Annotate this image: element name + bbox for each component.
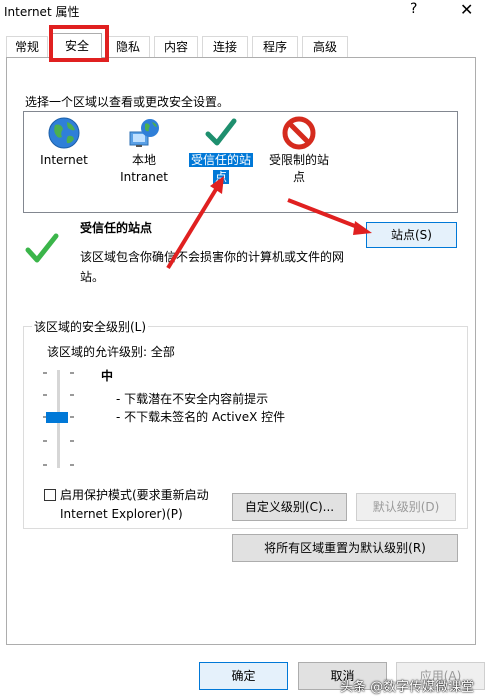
custom-level-button[interactable]: 自定义级别(C)... (232, 493, 347, 521)
zone-label: 受信任的站 (188, 153, 253, 167)
default-level-button[interactable]: 默认级别(D) (356, 493, 456, 521)
description-line: 站。 (80, 270, 105, 284)
slider-tick (70, 394, 74, 396)
slider-tick (43, 440, 47, 442)
tab-privacy[interactable]: 隐私 (106, 36, 150, 57)
security-level-name: 中 (101, 369, 114, 383)
slider-tick (43, 464, 47, 466)
help-button[interactable]: ? (410, 1, 417, 17)
reset-all-zones-button[interactable]: 将所有区域重置为默认级别(R) (232, 534, 458, 562)
security-level-description: - 下载潜在不安全内容前提示 - 不下载未签名的 ActiveX 控件 (116, 390, 285, 426)
close-button[interactable]: ✕ (460, 0, 473, 19)
level-description-line: - 不下载未签名的 ActiveX 控件 (116, 410, 286, 424)
trusted-check-icon (25, 233, 59, 263)
slider-tick (70, 440, 74, 442)
slider-tick (43, 394, 47, 396)
allowed-levels-label: 该区域的允许级别: 全部 (47, 345, 175, 359)
green-check-icon (205, 118, 237, 146)
description-line: 该区域包含你确信不会损害你的计算机或文件的网 (80, 250, 345, 264)
ok-button[interactable]: 确定 (199, 662, 288, 690)
protected-mode-line: 启用保护模式(要求重新启动 (60, 488, 209, 502)
zone-internet[interactable]: Internet (36, 116, 92, 169)
sites-button[interactable]: 站点(S) (366, 222, 457, 248)
tab-advanced[interactable]: 高级 (302, 36, 348, 57)
selected-zone-description: 该区域包含你确信不会损害你的计算机或文件的网 站。 (80, 247, 370, 287)
security-slider-thumb[interactable] (46, 412, 68, 423)
tab-programs[interactable]: 程序 (252, 36, 298, 57)
tab-general[interactable]: 常规 (6, 36, 48, 57)
zone-label: Intranet (120, 170, 168, 184)
slider-tick (70, 416, 74, 418)
globe-icon (48, 117, 80, 149)
tab-connections[interactable]: 连接 (202, 36, 248, 57)
slider-tick (43, 372, 47, 374)
local-intranet-icon (129, 119, 159, 147)
zone-list: Internet 本地 Intranet 受信任的站 点 受限制的站 点 (23, 111, 458, 213)
protected-mode-line: Internet Explorer)(P) (60, 507, 183, 521)
zone-local-intranet[interactable]: 本地 Intranet (116, 116, 172, 186)
title-bar: Internet 属性 ? ✕ (0, 0, 490, 24)
zone-label: 点 (292, 170, 305, 184)
zone-label: Internet (40, 153, 88, 167)
zone-label: 本地 (131, 153, 156, 167)
zone-label: 受限制的站 (268, 153, 329, 167)
protected-mode-label[interactable]: 启用保护模式(要求重新启动 Internet Explorer)(P) (60, 486, 209, 524)
annotation-highlight-box (49, 25, 109, 62)
watermark: 头条 @数字传媒微课堂 (340, 680, 475, 695)
zone-restricted-sites[interactable]: 受限制的站 点 (264, 116, 334, 186)
slider-tick (70, 464, 74, 466)
selected-zone-title: 受信任的站点 (80, 221, 153, 235)
zone-label: 点 (212, 170, 229, 184)
slider-tick (70, 372, 74, 374)
security-level-legend: 该区域的安全级别(L) (32, 318, 149, 335)
level-description-line: - 下载潜在不安全内容前提示 (116, 392, 269, 406)
window-title: Internet 属性 (4, 5, 80, 19)
zone-instruction: 选择一个区域以查看或更改安全设置。 (25, 95, 230, 109)
restricted-icon (282, 116, 316, 150)
tab-content[interactable]: 内容 (154, 36, 198, 57)
zone-trusted-sites[interactable]: 受信任的站 点 (186, 116, 256, 186)
protected-mode-checkbox[interactable] (44, 489, 56, 501)
